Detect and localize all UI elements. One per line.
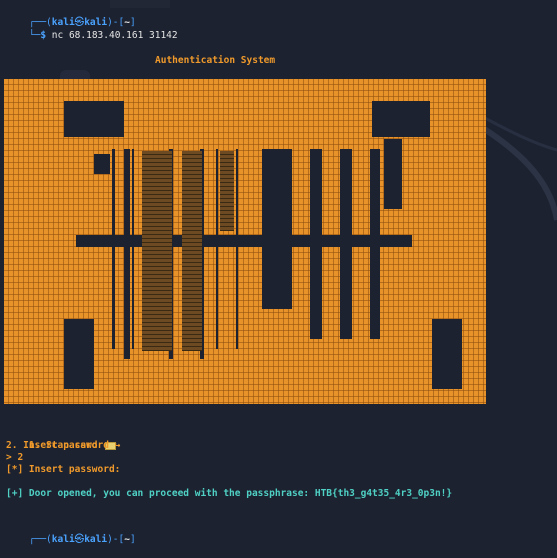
auth-header: Authentication System: [155, 55, 276, 66]
final-prompt-host: kali: [84, 534, 108, 545]
gate-ascii-art: [4, 79, 486, 404]
gate-bar-line: [216, 149, 218, 349]
input-echo: > 2: [6, 452, 24, 463]
gate-opening: [64, 101, 124, 137]
final-prompt-path-close: ]: [129, 534, 136, 545]
gate-shading: [182, 151, 202, 351]
gate-bar-line: [132, 149, 134, 349]
gate-opening: [64, 319, 94, 389]
gate-gap: [262, 149, 292, 309]
gate-shading: [220, 151, 234, 231]
gate-gap: [124, 149, 130, 359]
final-prompt-at: ㉿: [74, 534, 85, 545]
terminal-window: ┌──(kali㉿kali)-[~] └─$ nc 68.183.40.161 …: [0, 0, 557, 545]
status-line: [*] Insert password:: [6, 464, 121, 475]
gate-gap: [384, 139, 402, 209]
prompt-symbol-prefix: └─: [28, 30, 41, 41]
gate-shading: [144, 259, 172, 343]
command-text: nc 68.183.40.161 31142: [46, 30, 178, 41]
final-prompt-user: kali: [51, 534, 75, 545]
gate-opening: [372, 101, 430, 137]
command-line: └─$ nc 68.183.40.161 31142: [6, 18, 178, 54]
gate-gap: [94, 154, 110, 174]
gate-opening: [432, 319, 462, 389]
final-prompt-prefix: ┌──(: [28, 534, 52, 545]
final-prompt-line[interactable]: ┌──(kali㉿kali)-[~]: [6, 522, 136, 558]
gate-bar-line: [112, 149, 115, 349]
gate-crossbar: [76, 235, 412, 247]
final-prompt-path-open: )-[: [107, 534, 125, 545]
menu-item-insert-password: 2. Insert password ↪: [6, 440, 121, 451]
success-message: [+] Door opened, you can proceed with th…: [6, 488, 453, 499]
gate-bar-line: [236, 149, 238, 349]
